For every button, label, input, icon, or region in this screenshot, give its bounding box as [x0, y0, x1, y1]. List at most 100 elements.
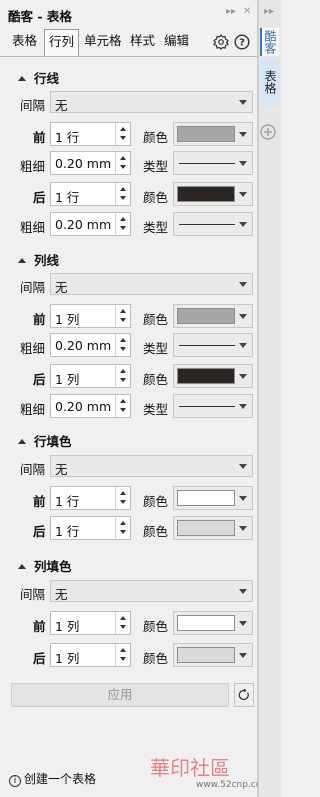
arrow-down-icon[interactable] [120, 165, 126, 169]
collapse-icon[interactable] [18, 258, 26, 263]
arrow-down-icon[interactable] [120, 530, 126, 534]
stepper-buttons[interactable] [115, 123, 130, 145]
stepper-value: 0.20 mm [55, 399, 112, 414]
arrow-up-icon[interactable] [120, 648, 126, 652]
col-lines-front-stepper[interactable]: 1 列 [50, 304, 131, 328]
collapse-icon[interactable] [18, 76, 26, 81]
arrow-down-icon[interactable] [120, 196, 126, 200]
row-lines-front-color[interactable] [173, 122, 253, 146]
pin-icon[interactable]: ▸▸ [226, 6, 236, 17]
stepper-buttons[interactable] [115, 612, 130, 634]
row-lines-front-stepper[interactable]: 1 行 [50, 122, 131, 146]
collapse-icon[interactable] [18, 564, 26, 569]
arrow-up-icon[interactable] [120, 156, 126, 160]
color-label: 颜色 [143, 372, 169, 387]
stepper-buttons[interactable] [115, 644, 130, 666]
row-lines-interval-select[interactable]: 无 [50, 91, 253, 113]
arrow-up-icon[interactable] [120, 369, 126, 373]
stepper-buttons[interactable] [115, 517, 130, 539]
gear-icon[interactable] [213, 34, 229, 50]
stepper-buttons[interactable] [115, 183, 130, 205]
chevron-down-icon [239, 100, 247, 105]
reset-button[interactable] [234, 683, 254, 707]
col-lines-back-thickness[interactable]: 0.20 mm [50, 394, 131, 418]
arrow-up-icon[interactable] [120, 338, 126, 342]
info-icon: i [9, 775, 21, 787]
side-tab-kuke[interactable]: 酷客 [260, 28, 279, 56]
row-fill-front-color[interactable] [173, 486, 253, 510]
section-col-lines[interactable]: 列线 [18, 250, 59, 269]
chevron-down-icon [239, 621, 247, 626]
tab-table[interactable]: 表格 [8, 29, 41, 55]
add-icon[interactable] [260, 124, 276, 140]
front-label: 前 [33, 619, 46, 634]
col-fill-back-color[interactable] [173, 643, 253, 667]
row-fill-interval-select[interactable]: 无 [50, 455, 253, 477]
row-fill-front-stepper[interactable]: 1 行 [50, 486, 131, 510]
col-lines-back-color[interactable] [173, 364, 253, 388]
arrow-down-icon[interactable] [120, 408, 126, 412]
stepper-value: 1 行 [55, 494, 80, 509]
col-fill-interval-select[interactable]: 无 [50, 580, 253, 602]
row-lines-back-stepper[interactable]: 1 行 [50, 182, 131, 206]
section-row-fill[interactable]: 行填色 [18, 431, 72, 450]
row-lines-front-type[interactable] [173, 151, 253, 175]
arrow-down-icon[interactable] [120, 347, 126, 351]
col-fill-front-color[interactable] [173, 611, 253, 635]
stepper-buttons[interactable] [115, 365, 130, 387]
section-col-fill[interactable]: 列填色 [18, 556, 72, 575]
tab-rowcol[interactable]: 行列 [44, 29, 80, 56]
tab-cell[interactable]: 单元格 [80, 29, 126, 55]
col-lines-front-thickness[interactable]: 0.20 mm [50, 333, 131, 357]
arrow-down-icon[interactable] [120, 318, 126, 322]
row-lines-back-type[interactable] [173, 212, 253, 236]
col-lines-interval-select[interactable]: 无 [50, 273, 253, 295]
tab-style[interactable]: 样式 [126, 29, 159, 55]
select-value: 无 [55, 462, 68, 477]
close-icon[interactable]: ✕ [243, 6, 251, 17]
stepper-buttons[interactable] [115, 305, 130, 327]
row-fill-back-stepper[interactable]: 1 行 [50, 516, 131, 540]
apply-button[interactable]: 应用 [11, 683, 229, 707]
arrow-up-icon[interactable] [120, 399, 126, 403]
help-icon[interactable]: ? [234, 34, 250, 50]
expand-icon[interactable]: ▸▸ [264, 6, 274, 17]
arrow-down-icon[interactable] [120, 500, 126, 504]
stepper-buttons[interactable] [115, 152, 130, 174]
chevron-down-icon [239, 589, 247, 594]
interval-label: 间隔 [20, 462, 46, 477]
tab-edit[interactable]: 编辑 [160, 29, 193, 55]
stepper-buttons[interactable] [115, 213, 130, 235]
arrow-up-icon[interactable] [120, 217, 126, 221]
col-fill-front-stepper[interactable]: 1 列 [50, 611, 131, 635]
arrow-down-icon[interactable] [120, 657, 126, 661]
arrow-down-icon[interactable] [120, 378, 126, 382]
stepper-value: 1 列 [55, 372, 80, 387]
col-lines-front-type[interactable] [173, 333, 253, 357]
col-lines-back-stepper[interactable]: 1 列 [50, 364, 131, 388]
arrow-up-icon[interactable] [120, 521, 126, 525]
stepper-buttons[interactable] [115, 395, 130, 417]
col-lines-front-color[interactable] [173, 304, 253, 328]
arrow-up-icon[interactable] [120, 491, 126, 495]
arrow-down-icon[interactable] [120, 136, 126, 140]
row-lines-front-thickness[interactable]: 0.20 mm [50, 151, 131, 175]
arrow-up-icon[interactable] [120, 616, 126, 620]
row-fill-back-color[interactable] [173, 516, 253, 540]
stepper-buttons[interactable] [115, 487, 130, 509]
row-lines-back-thickness[interactable]: 0.20 mm [50, 212, 131, 236]
arrow-up-icon[interactable] [120, 187, 126, 191]
row-lines-back-color[interactable] [173, 182, 253, 206]
section-row-lines[interactable]: 行线 [18, 68, 59, 87]
arrow-up-icon[interactable] [120, 309, 126, 313]
arrow-up-icon[interactable] [120, 127, 126, 131]
arrow-down-icon[interactable] [120, 625, 126, 629]
color-label: 颜色 [143, 494, 169, 509]
side-tab-table[interactable]: 表格 [260, 58, 279, 106]
collapse-icon[interactable] [18, 439, 26, 444]
thickness-label: 粗细 [20, 220, 46, 235]
col-fill-back-stepper[interactable]: 1 列 [50, 643, 131, 667]
arrow-down-icon[interactable] [120, 226, 126, 230]
stepper-buttons[interactable] [115, 334, 130, 356]
col-lines-back-type[interactable] [173, 394, 253, 418]
